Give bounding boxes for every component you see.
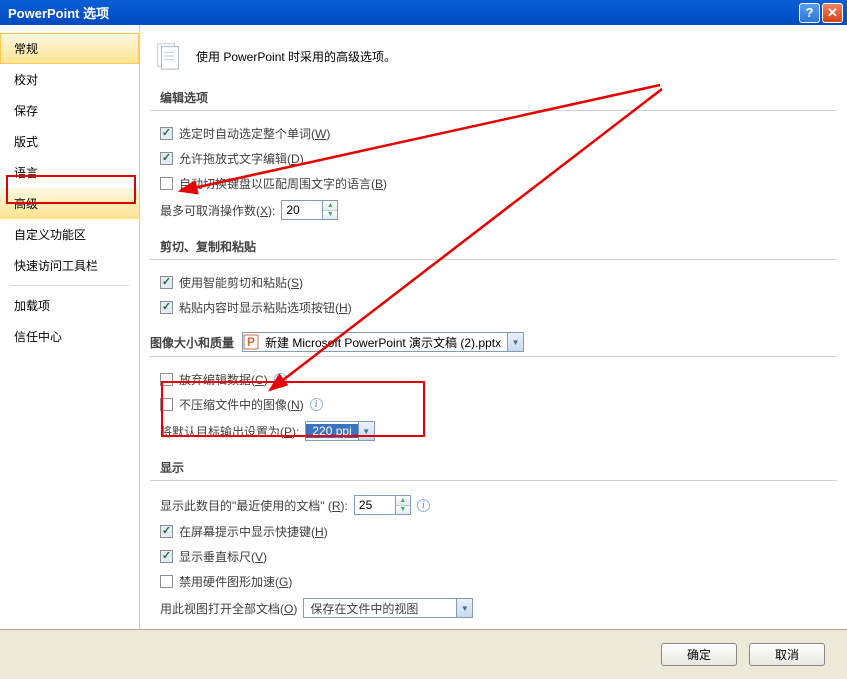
spinner-recent-count[interactable]: ▲▼ (354, 495, 411, 515)
info-icon[interactable]: i (274, 373, 287, 386)
label-open-view: 用此视图打开全部文档(O) (160, 600, 297, 617)
intro-row: 使用 PowerPoint 时采用的高级选项。 (140, 25, 847, 81)
label-disable-hw: 禁用硬件图形加速(G) (179, 573, 292, 590)
checkbox-autoselect-word[interactable] (160, 127, 173, 140)
checkbox-discard-edit[interactable] (160, 373, 173, 386)
checkbox-drag-text[interactable] (160, 152, 173, 165)
sidebar-item-language[interactable]: 语言 (0, 157, 139, 188)
spinner-undo-count[interactable]: ▲▼ (281, 200, 338, 220)
content-panel: 使用 PowerPoint 时采用的高级选项。 编辑选项 选定时自动选定整个单词… (140, 25, 847, 629)
ok-button[interactable]: 确定 (661, 643, 737, 666)
spinner-down[interactable]: ▼ (323, 211, 337, 220)
sidebar: 常规 校对 保存 版式 语言 高级 自定义功能区 快速访问工具栏 加载项 信任中… (0, 25, 140, 629)
checkbox-no-compress[interactable] (160, 398, 173, 411)
section-image-title: 图像大小和质量 (150, 334, 234, 351)
target-ppi-value: 220 ppi (306, 424, 357, 438)
dialog-body: 常规 校对 保存 版式 语言 高级 自定义功能区 快速访问工具栏 加载项 信任中… (0, 25, 847, 629)
label-autoselect-word: 选定时自动选定整个单词(W) (179, 125, 330, 142)
spinner-up[interactable]: ▲ (396, 496, 410, 506)
sidebar-item-trust-center[interactable]: 信任中心 (0, 321, 139, 352)
sidebar-separator (10, 285, 129, 286)
spinner-up[interactable]: ▲ (323, 201, 337, 211)
sidebar-item-advanced[interactable]: 高级 (0, 188, 139, 219)
spinner-down[interactable]: ▼ (396, 506, 410, 515)
label-no-compress: 不压缩文件中的图像(N) (179, 396, 304, 413)
label-vertical-ruler: 显示垂直标尺(V) (179, 548, 267, 565)
label-paste-options: 粘贴内容时显示粘贴选项按钮(H) (179, 299, 352, 316)
section-cut-title: 剪切、复制和粘贴 (150, 230, 837, 260)
open-view-value: 保存在文件中的视图 (304, 600, 456, 617)
section-slideshow-title: 幻灯片放映 (150, 628, 837, 629)
cancel-button[interactable]: 取消 (749, 643, 825, 666)
sidebar-item-general[interactable]: 常规 (0, 33, 139, 64)
label-smart-cut: 使用智能剪切和粘贴(S) (179, 274, 303, 291)
select-open-view[interactable]: 保存在文件中的视图 ▼ (303, 598, 473, 618)
sidebar-item-addins[interactable]: 加载项 (0, 290, 139, 321)
checkbox-smart-cut[interactable] (160, 276, 173, 289)
label-undo-count: 最多可取消操作数(X): (160, 202, 275, 219)
select-target-ppi[interactable]: 220 ppi ▼ (305, 421, 374, 441)
label-target-output: 将默认目标输出设置为(P): (160, 423, 299, 440)
label-discard-edit: 放弃编辑数据(C) (179, 371, 268, 388)
dropdown-button[interactable]: ▼ (358, 422, 374, 440)
checkbox-show-shortcut[interactable] (160, 525, 173, 538)
section-image-title-row: 图像大小和质量 P 新建 Microsoft PowerPoint 演示文稿 (… (150, 326, 837, 357)
label-recent-count: 显示此数目的"最近使用的文档" (R): (160, 497, 348, 514)
help-button[interactable]: ? (799, 3, 820, 23)
powerpoint-doc-icon: P (243, 334, 259, 350)
label-show-shortcut: 在屏幕提示中显示快捷键(H) (179, 523, 328, 540)
label-auto-keyboard: 自动切换键盘以匹配周围文字的语言(B) (179, 175, 387, 192)
intro-text: 使用 PowerPoint 时采用的高级选项。 (196, 48, 396, 65)
checkbox-vertical-ruler[interactable] (160, 550, 173, 563)
info-icon[interactable]: i (310, 398, 323, 411)
sidebar-item-save[interactable]: 保存 (0, 95, 139, 126)
section-edit-title: 编辑选项 (150, 81, 837, 111)
select-target-doc[interactable]: P 新建 Microsoft PowerPoint 演示文稿 (2).pptx … (242, 332, 524, 352)
sidebar-item-proofing[interactable]: 校对 (0, 64, 139, 95)
svg-text:P: P (247, 335, 255, 349)
sidebar-item-quick-access[interactable]: 快速访问工具栏 (0, 250, 139, 281)
target-doc-value: 新建 Microsoft PowerPoint 演示文稿 (2).pptx (259, 334, 507, 351)
undo-count-input[interactable] (282, 201, 322, 219)
section-display-title: 显示 (150, 451, 837, 481)
sidebar-item-layout[interactable]: 版式 (0, 126, 139, 157)
close-button[interactable]: ✕ (822, 3, 843, 23)
dropdown-button[interactable]: ▼ (507, 333, 523, 351)
recent-count-input[interactable] (355, 496, 395, 514)
label-drag-text: 允许拖放式文字编辑(D) (179, 150, 304, 167)
checkbox-disable-hw[interactable] (160, 575, 173, 588)
title-bar: PowerPoint 选项 ? ✕ (0, 0, 847, 25)
dialog-footer: 确定 取消 (0, 629, 847, 679)
sidebar-item-customize-ribbon[interactable]: 自定义功能区 (0, 219, 139, 250)
info-icon[interactable]: i (417, 499, 430, 512)
dropdown-button[interactable]: ▼ (456, 599, 472, 617)
window-title: PowerPoint 选项 (4, 3, 109, 22)
page-icon (152, 39, 186, 73)
checkbox-auto-keyboard[interactable] (160, 177, 173, 190)
checkbox-paste-options[interactable] (160, 301, 173, 314)
